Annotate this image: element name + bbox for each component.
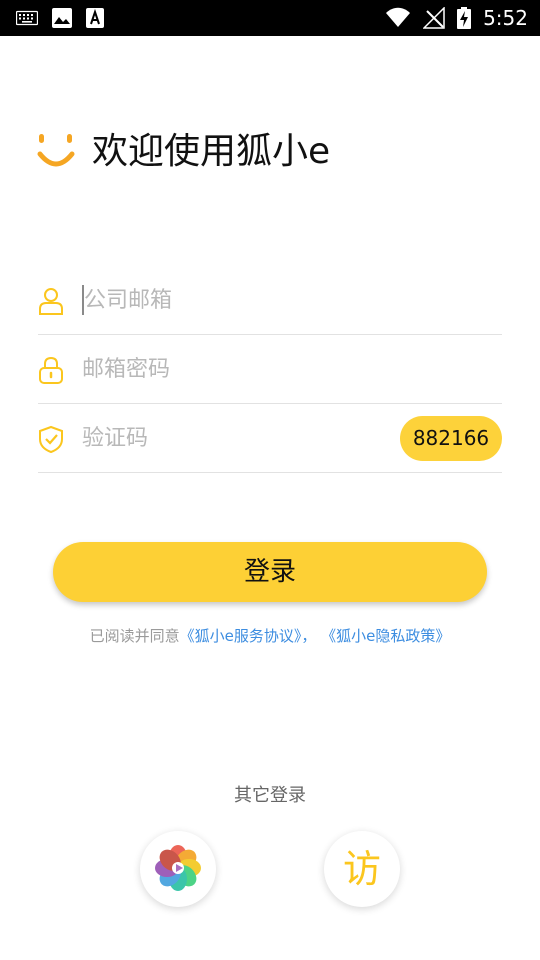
- font-icon: [86, 8, 104, 28]
- agreement-separator: ，: [301, 627, 317, 645]
- privacy-policy-link[interactable]: 《狐小e隐私政策》: [321, 627, 450, 645]
- other-login-title: 其它登录: [234, 785, 306, 806]
- captcha-button[interactable]: 882166: [400, 416, 502, 461]
- welcome-header: 欢迎使用狐小e: [36, 130, 330, 174]
- code-row: 验证码 882166: [38, 405, 502, 473]
- status-bar-right: 5:52: [385, 6, 528, 30]
- password-input[interactable]: 邮箱密码: [82, 355, 170, 385]
- visitor-login-button[interactable]: 访: [324, 831, 400, 907]
- password-row: 邮箱密码: [38, 336, 502, 404]
- status-time: 5:52: [483, 6, 528, 30]
- login-button[interactable]: 登录: [53, 542, 487, 602]
- shield-check-icon: [39, 425, 63, 453]
- keyboard-icon: [16, 10, 38, 26]
- flower-app-icon: [155, 845, 201, 891]
- no-signal-icon: [423, 7, 445, 29]
- user-icon: [39, 288, 63, 315]
- battery-charging-icon: [457, 7, 472, 29]
- email-input[interactable]: 公司邮箱: [84, 286, 172, 316]
- status-bar-left: [16, 8, 104, 28]
- agreement-prefix: 已阅读并同意: [89, 627, 180, 645]
- image-icon: [52, 8, 72, 28]
- status-bar: 5:52: [0, 0, 540, 36]
- agreement-text: 已阅读并同意《狐小e服务协议》， 《狐小e隐私政策》: [0, 625, 540, 646]
- flower-login-button[interactable]: [140, 831, 216, 907]
- service-agreement-link[interactable]: 《狐小e服务协议》: [180, 627, 302, 645]
- visitor-icon: 访: [342, 847, 381, 891]
- welcome-title: 欢迎使用狐小e: [92, 131, 331, 172]
- wifi-icon: [386, 7, 411, 27]
- smile-logo-icon: [37, 134, 75, 167]
- email-row: 公司邮箱: [38, 267, 502, 335]
- code-input[interactable]: 验证码: [82, 424, 148, 454]
- lock-icon: [39, 356, 63, 384]
